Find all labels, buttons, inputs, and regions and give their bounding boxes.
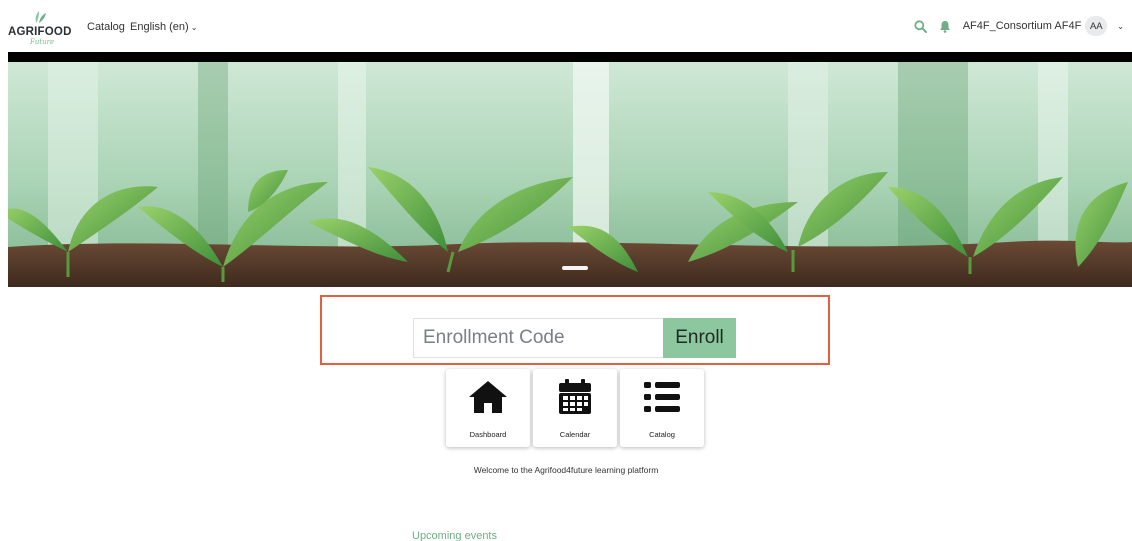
language-menu[interactable]: English (en) ⌄ <box>130 21 197 33</box>
catalog-card[interactable]: Catalog <box>620 369 704 447</box>
banner-top-bar <box>8 52 1132 62</box>
list-icon <box>620 375 704 419</box>
user-name[interactable]: AF4F_Consortium AF4F <box>963 20 1082 32</box>
enrollment-code-input[interactable] <box>413 318 664 358</box>
calendar-icon <box>533 375 617 419</box>
avatar[interactable]: AA <box>1085 16 1108 36</box>
hero-banner-image <box>8 62 1132 287</box>
logo-wordmark: AGRIFOOD <box>8 26 72 38</box>
nav-catalog-link[interactable]: Catalog <box>87 21 125 33</box>
top-navbar: AGRIFOOD Future Catalog English (en) ⌄ AF… <box>0 0 1132 52</box>
upcoming-events-heading[interactable]: Upcoming events <box>412 530 497 541</box>
chevron-down-icon: ⌄ <box>190 23 198 32</box>
search-icon[interactable] <box>913 18 929 34</box>
logo-script: Future <box>30 38 55 46</box>
chevron-down-icon[interactable]: ⌄ <box>1117 22 1124 31</box>
carousel-indicator[interactable] <box>562 266 588 270</box>
welcome-text: Welcome to the Agrifood4future learning … <box>473 465 659 475</box>
bell-icon[interactable] <box>937 18 953 34</box>
dashboard-card-label: Dashboard <box>469 430 507 439</box>
calendar-card-label: Calendar <box>559 430 591 439</box>
shortcut-cards: Dashboard Calendar Catalog <box>446 369 704 447</box>
logo-leaves-icon <box>35 11 46 23</box>
dashboard-card[interactable]: Dashboard <box>446 369 530 447</box>
catalog-card-label: Catalog <box>649 430 675 439</box>
site-logo[interactable]: AGRIFOOD Future <box>8 10 72 46</box>
language-label: English (en) <box>130 21 189 33</box>
user-area: AF4F_Consortium AF4F AA ⌄ <box>913 15 1124 37</box>
calendar-card[interactable]: Calendar <box>533 369 617 447</box>
home-icon <box>446 375 530 419</box>
enroll-button[interactable]: Enroll <box>663 318 736 358</box>
